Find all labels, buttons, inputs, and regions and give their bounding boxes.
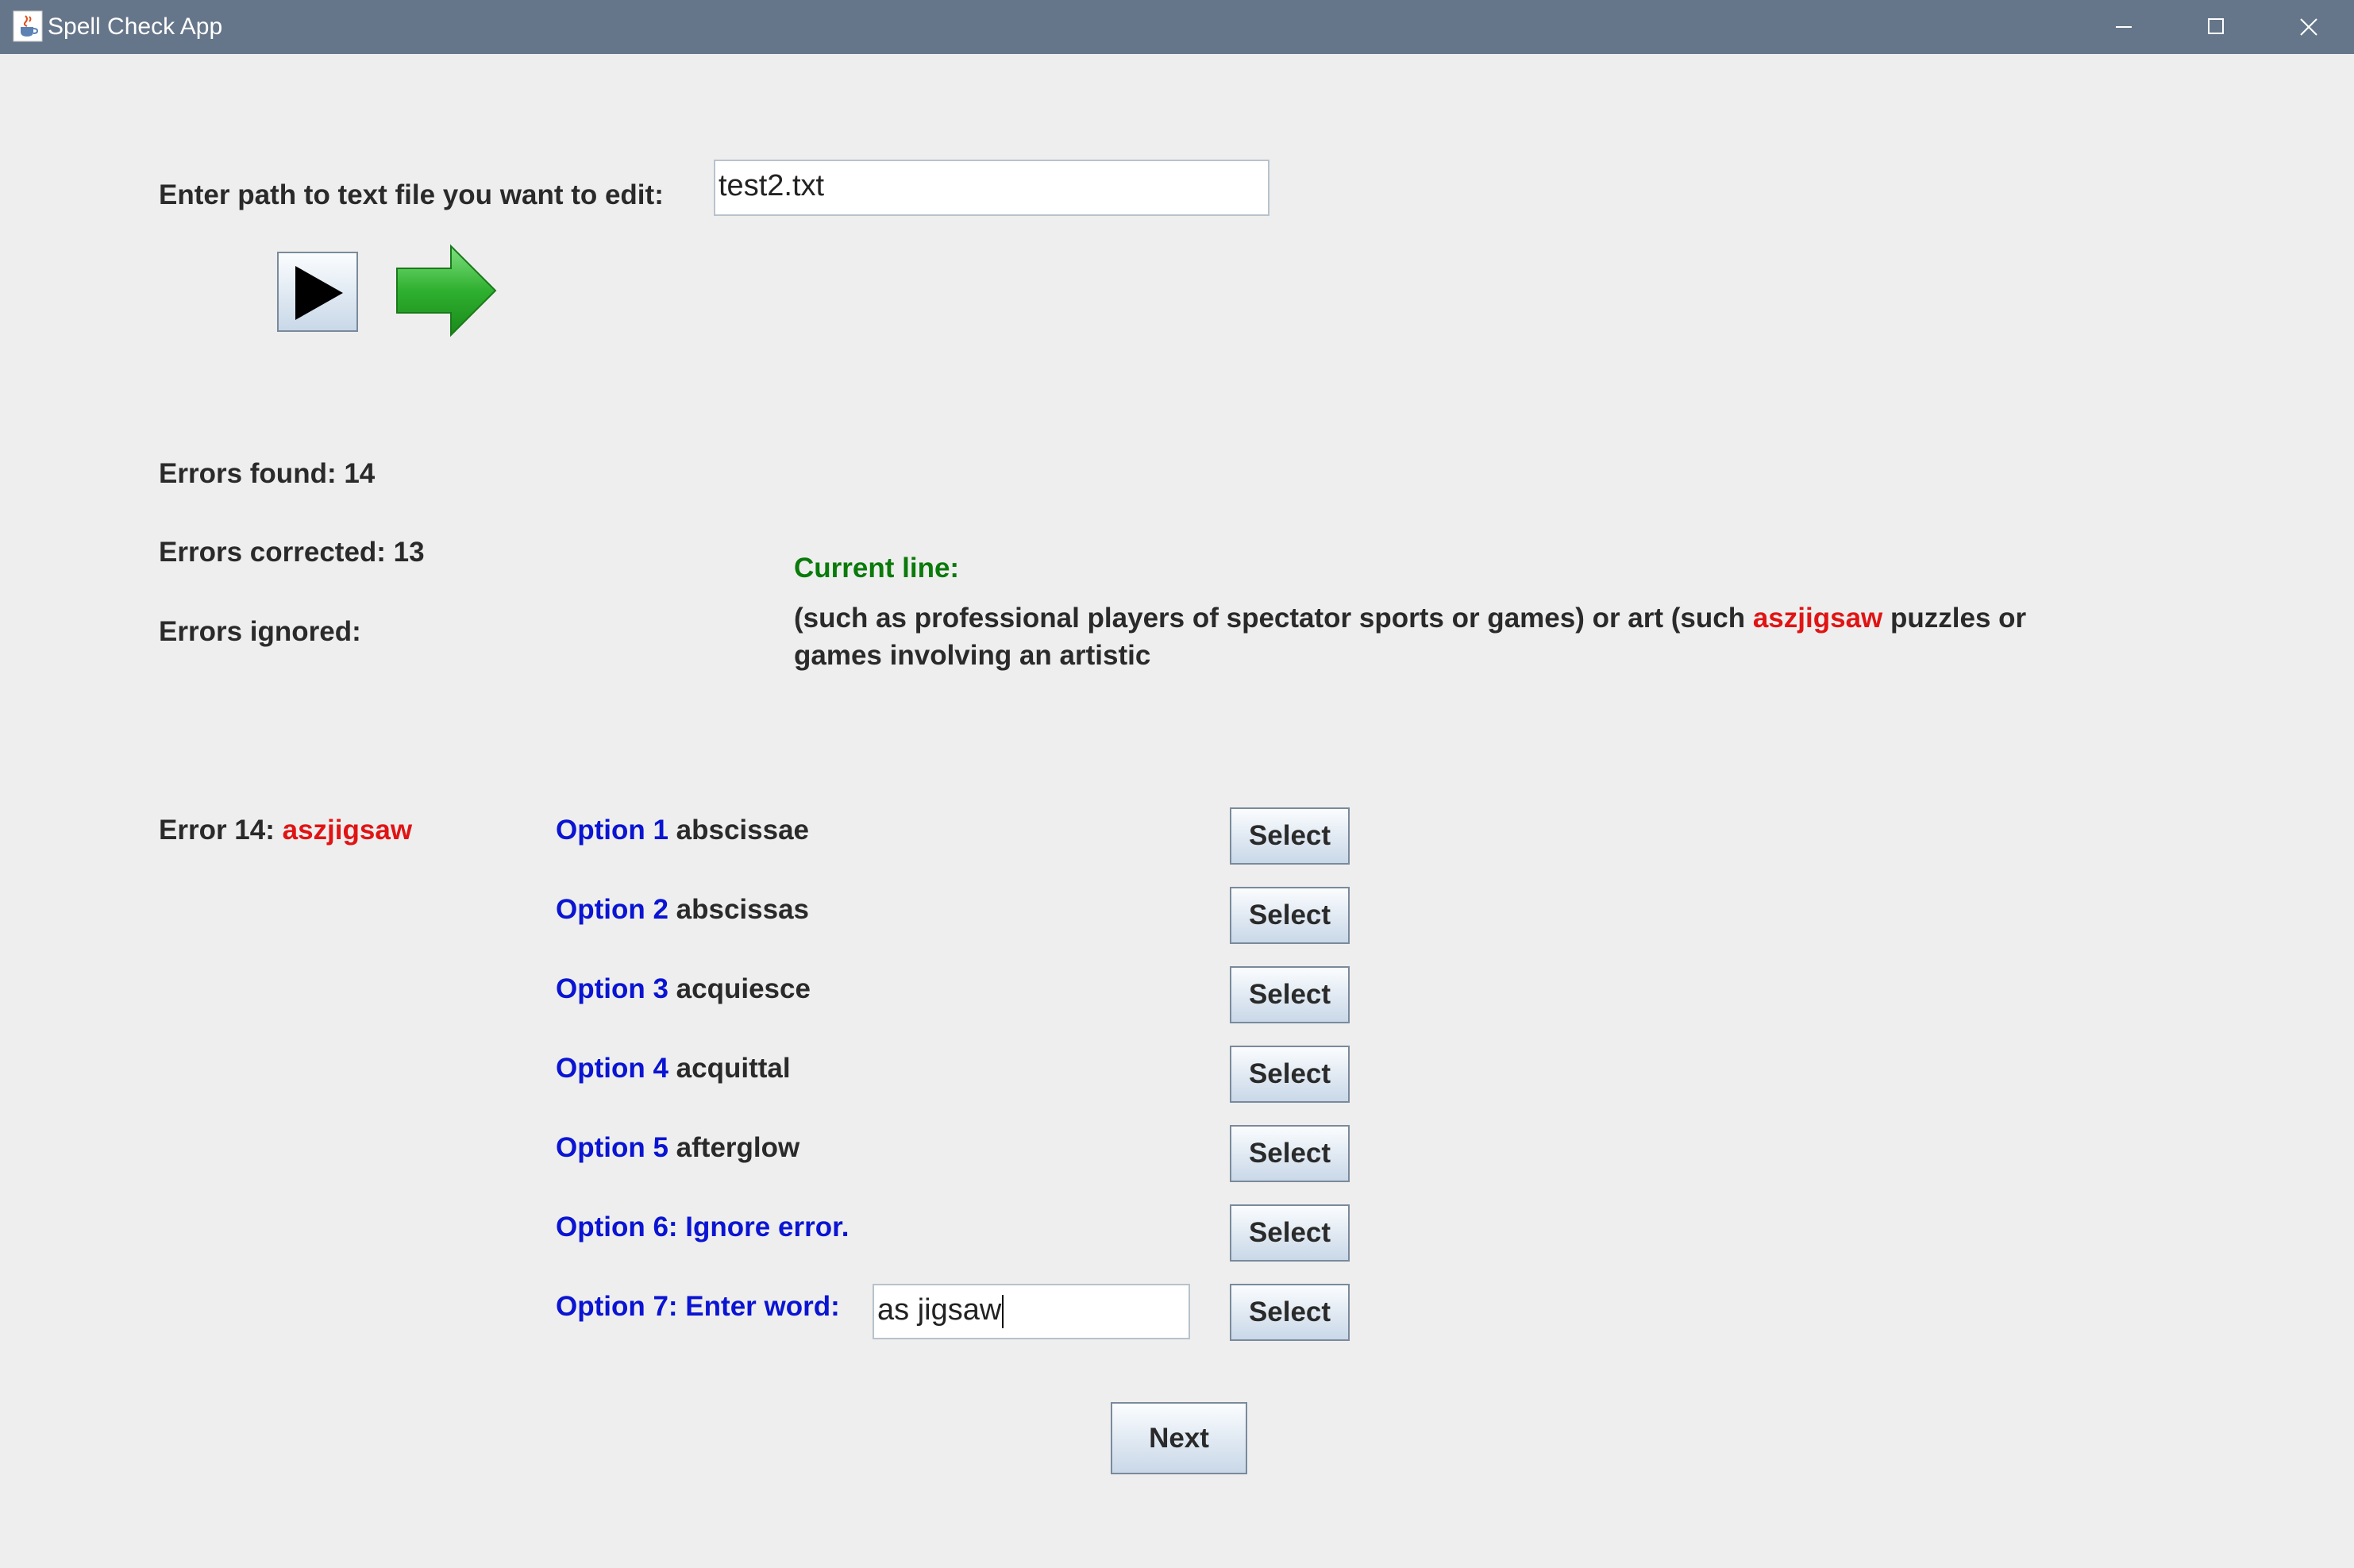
option-label: Option 4 <box>556 1053 668 1084</box>
maximize-icon <box>2208 18 2224 34</box>
minimize-icon <box>2116 26 2132 28</box>
run-button[interactable] <box>277 252 358 332</box>
next-button[interactable]: Next <box>1111 1402 1247 1474</box>
error-number-label: Error 14: aszjigsaw <box>159 813 412 848</box>
green-arrow-right-icon[interactable] <box>395 243 499 338</box>
title-bar: Spell Check App <box>0 0 2354 54</box>
error-label: Error 14: <box>159 815 283 846</box>
option-4: Option 4 acquittal <box>556 1051 791 1086</box>
current-line-before: (such as professional players of spectat… <box>794 603 1753 634</box>
select-option-6-button[interactable]: Select <box>1230 1204 1350 1262</box>
option-label: Option 3 <box>556 973 668 1004</box>
maximize-button[interactable] <box>2171 0 2263 54</box>
option-2: Option 2 abscissas <box>556 892 809 927</box>
option-word: afterglow <box>668 1132 800 1163</box>
minimize-button[interactable] <box>2079 0 2171 54</box>
current-line-error-word: aszjigsaw <box>1752 603 1883 634</box>
option-word: acquittal <box>668 1053 791 1084</box>
option-word: abscissas <box>668 894 810 925</box>
window-title: Spell Check App <box>48 13 223 40</box>
option-5: Option 5 afterglow <box>556 1131 799 1165</box>
errors-found-label: Errors found: 14 <box>159 458 376 489</box>
select-option-2-button[interactable]: Select <box>1230 887 1350 944</box>
errors-ignored-label: Errors ignored: <box>159 616 361 647</box>
select-option-5-button[interactable]: Select <box>1230 1125 1350 1182</box>
error-word: aszjigsaw <box>282 815 413 846</box>
close-icon <box>2300 18 2317 36</box>
select-option-7-button[interactable]: Select <box>1230 1284 1350 1341</box>
errors-corrected-label: Errors corrected: 13 <box>159 537 425 568</box>
option-7-enter-word: Option 7: Enter word: <box>556 1291 840 1322</box>
current-line-heading: Current line: <box>794 553 960 584</box>
text-caret <box>1002 1294 1004 1328</box>
option-label: Option 5 <box>556 1132 668 1163</box>
file-path-input[interactable]: test2.txt <box>714 160 1269 216</box>
file-path-prompt: Enter path to text file you want to edit… <box>159 179 664 210</box>
current-line-text: (such as professional players of spectat… <box>794 599 2112 674</box>
spell-check-window: Spell Check App Enter path to text file … <box>0 0 2354 1568</box>
custom-word-value: as jigsaw <box>877 1293 1002 1327</box>
custom-word-input[interactable]: as jigsaw <box>873 1284 1190 1339</box>
option-3: Option 3 acquiesce <box>556 972 811 1007</box>
file-path-value: test2.txt <box>719 169 825 202</box>
select-option-3-button[interactable]: Select <box>1230 966 1350 1023</box>
option-word: abscissae <box>668 815 810 846</box>
close-button[interactable] <box>2263 0 2354 54</box>
option-label: Option 2 <box>556 894 668 925</box>
option-word: acquiesce <box>668 973 811 1004</box>
option-6-ignore: Option 6: Ignore error. <box>556 1212 850 1242</box>
java-cup-icon <box>13 10 43 42</box>
option-1: Option 1 abscissae <box>556 813 809 848</box>
play-icon <box>295 266 343 320</box>
select-option-4-button[interactable]: Select <box>1230 1046 1350 1103</box>
option-label: Option 1 <box>556 815 668 846</box>
select-option-1-button[interactable]: Select <box>1230 807 1350 865</box>
